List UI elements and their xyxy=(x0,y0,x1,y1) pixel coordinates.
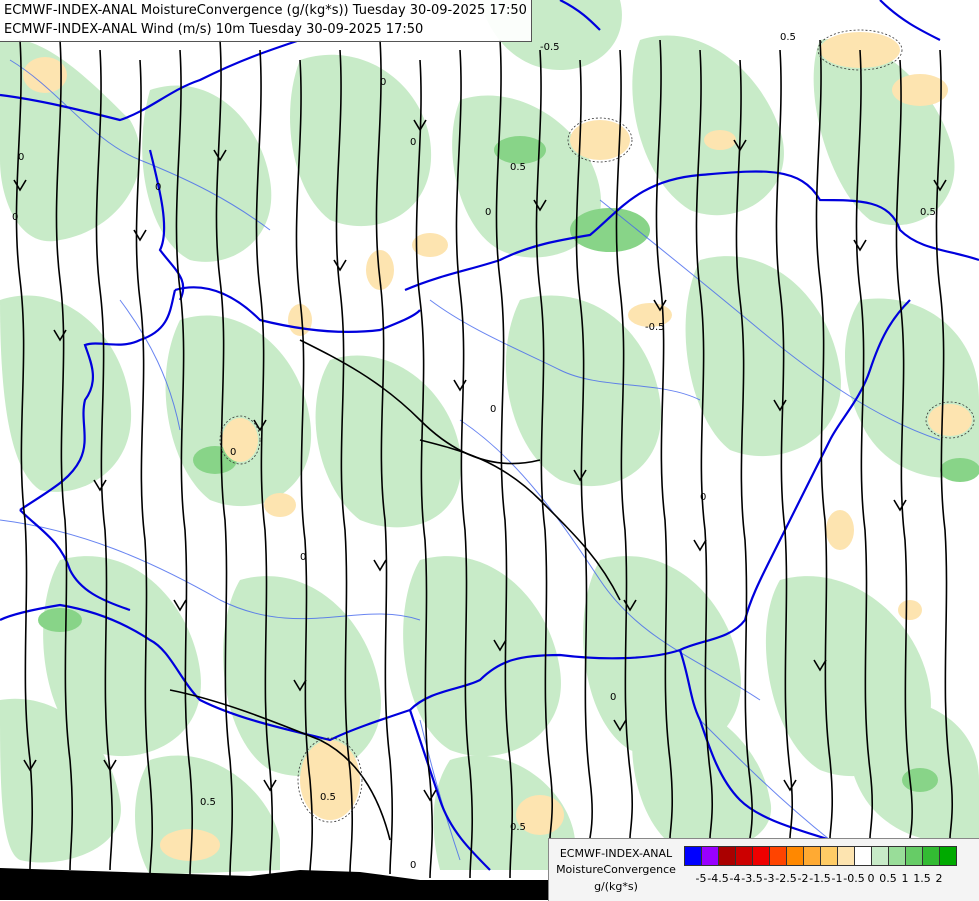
colorbar-tick-label: 2 xyxy=(935,872,943,885)
colorbar-swatch xyxy=(854,846,872,866)
colorbar-swatch xyxy=(888,846,906,866)
colorbar-ticks: -5 -4.5 -4 -3.5 -3 -2.5 -2 -1.5 -1 -0.5 0 0.5 1 1.5 2 xyxy=(684,872,979,886)
colorbar-tick-label: -2 xyxy=(797,872,809,885)
colorbar-tick-label: -0.5 xyxy=(843,872,865,885)
colorbar-swatch xyxy=(752,846,770,866)
contour-label: 0 xyxy=(230,447,236,458)
colorbar-swatch xyxy=(684,846,702,866)
contour-label: 0 xyxy=(485,207,491,218)
contour-label: 0.5 xyxy=(510,822,526,833)
colorbar-tick-label: -1.5 xyxy=(809,872,831,885)
colorbar-tick-label: -1 xyxy=(831,872,843,885)
colorbar-swatch xyxy=(820,846,838,866)
colorbar-swatch xyxy=(701,846,719,866)
contour-label: 0 xyxy=(410,860,416,871)
colorbar-swatch xyxy=(718,846,736,866)
contour-label: -0.5 xyxy=(645,322,665,333)
legend-parameter: MoistureConvergence xyxy=(556,863,676,876)
colorbar-tick-label: -4 xyxy=(729,872,741,885)
contour-label: 0 xyxy=(700,492,706,503)
colorbar-tick-label: -4.5 xyxy=(707,872,729,885)
colorbar-swatch xyxy=(871,846,889,866)
contour-label: 0 xyxy=(18,152,24,163)
colorbar-swatch xyxy=(837,846,855,866)
legend-unit: g/(kg*s) xyxy=(594,880,638,893)
contour-label: 0.5 xyxy=(780,32,796,43)
contour-label: 0.5 xyxy=(510,162,526,173)
colorbar-swatch xyxy=(769,846,787,866)
colorbar-legend: ECMWF-INDEX-ANAL MoistureConvergence g/(… xyxy=(548,838,979,901)
colorbar xyxy=(684,846,957,866)
colorbar-swatch xyxy=(786,846,804,866)
colorbar-tick-label: 1.5 xyxy=(913,872,931,885)
contour-label: 0 xyxy=(490,404,496,415)
contour-label: 0 xyxy=(380,77,386,88)
colorbar-tick-label: 1 xyxy=(901,872,909,885)
contour-label: 0.5 xyxy=(920,207,936,218)
title-wind: ECMWF-INDEX-ANAL Wind (m/s) 10m Tuesday … xyxy=(4,22,424,37)
colorbar-swatch xyxy=(735,846,753,866)
contour-label: 0 xyxy=(300,552,306,563)
legend-model: ECMWF-INDEX-ANAL xyxy=(559,847,673,860)
colorbar-swatch xyxy=(939,846,957,866)
contour-label: 0 xyxy=(12,212,18,223)
colorbar-tick-label: 0 xyxy=(867,872,875,885)
contour-label: 0 xyxy=(610,692,616,703)
colorbar-swatch xyxy=(803,846,821,866)
colorbar-tick-label: -2.5 xyxy=(775,872,797,885)
title-moisture-convergence: ECMWF-INDEX-ANAL MoistureConvergence (g/… xyxy=(4,3,527,18)
colorbar-swatch xyxy=(905,846,923,866)
map-title-box: ECMWF-INDEX-ANAL MoistureConvergence (g/… xyxy=(0,0,532,42)
contour-label: 0.5 xyxy=(320,792,336,803)
contour-label: 0 xyxy=(155,182,161,193)
colorbar-tick-label: -3.5 xyxy=(741,872,763,885)
colorbar-tick-label: 0.5 xyxy=(879,872,897,885)
contour-label: -0.5 xyxy=(540,42,560,53)
contour-label: 0 xyxy=(410,137,416,148)
weather-map: 0 0 0 0 0 0 0 0 0 0 0 0 0.5 0.5 0.5 0.5 … xyxy=(0,0,979,900)
colorbar-swatch xyxy=(922,846,940,866)
contour-label: 0.5 xyxy=(200,797,216,808)
colorbar-tick-label: -3 xyxy=(763,872,775,885)
colorbar-tick-label: -5 xyxy=(695,872,707,885)
